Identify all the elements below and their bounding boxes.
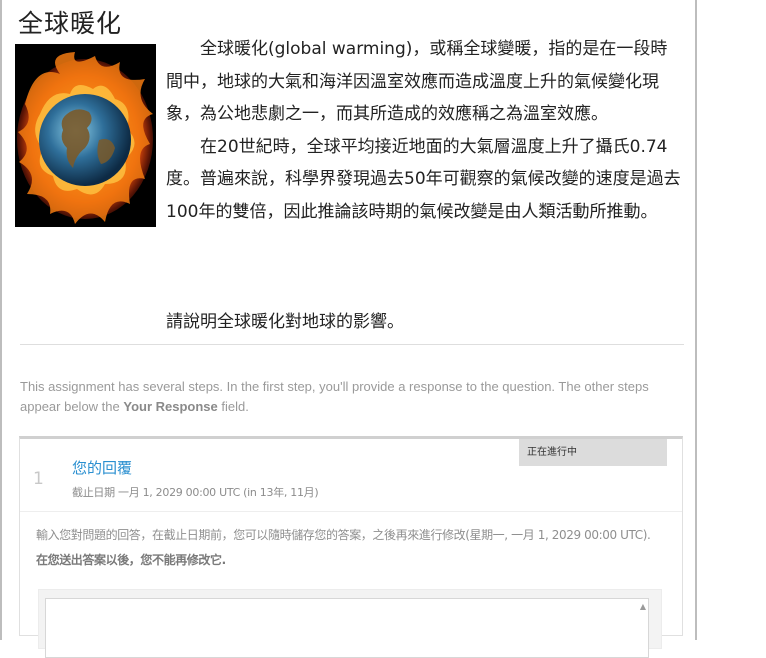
response-step-card: 正在進行中 1 您的回覆 截止日期 一月 1, 2029 00:00 UTC (… [19,436,683,658]
status-badge: 正在進行中 [519,439,667,466]
instructions-warning: 在您送出答案以後，您不能再修改它. [36,553,226,567]
due-date: 截止日期 一月 1, 2029 00:00 UTC (in 13年, 11月) [72,486,319,499]
question-prompt: 請說明全球暖化對地球的影響。 [166,312,404,332]
response-textarea[interactable]: ▲ [45,598,649,658]
assignment-note-text: This assignment has several steps. In th… [20,379,649,414]
assignment-note: This assignment has several steps. In th… [20,377,688,417]
assignment-note-suffix: field. [217,399,249,414]
step-divider [20,511,682,512]
assignment-note-bold: Your Response [123,399,218,414]
section-divider [20,344,684,345]
scroll-up-arrow-icon[interactable]: ▲ [640,602,646,611]
response-instructions: 輸入您對問題的回答，在截止日期前，您可以隨時儲存您的答案，之後再來進行修改(星期… [36,523,676,573]
article-paragraph: 在20世紀時，全球平均接近地面的大氣層溫度上升了攝氏0.74度。普遍來說，科學界… [166,136,681,222]
burning-earth-image [15,44,156,227]
page-title: 全球暖化 [18,9,123,38]
article-paragraph: 全球暖化(global warming)，或稱全球變暖，指的是在一段時間中，地球… [166,39,668,124]
step-title-link[interactable]: 您的回覆 [72,457,132,478]
response-area: ▲ [38,589,662,658]
article-body: 全球暖化(global warming)，或稱全球變暖，指的是在一段時間中，地球… [166,33,681,228]
step-number: 1 [33,469,44,489]
instructions-text: 輸入您對問題的回答，在截止日期前，您可以隨時儲存您的答案，之後再來進行修改(星期… [36,528,651,542]
